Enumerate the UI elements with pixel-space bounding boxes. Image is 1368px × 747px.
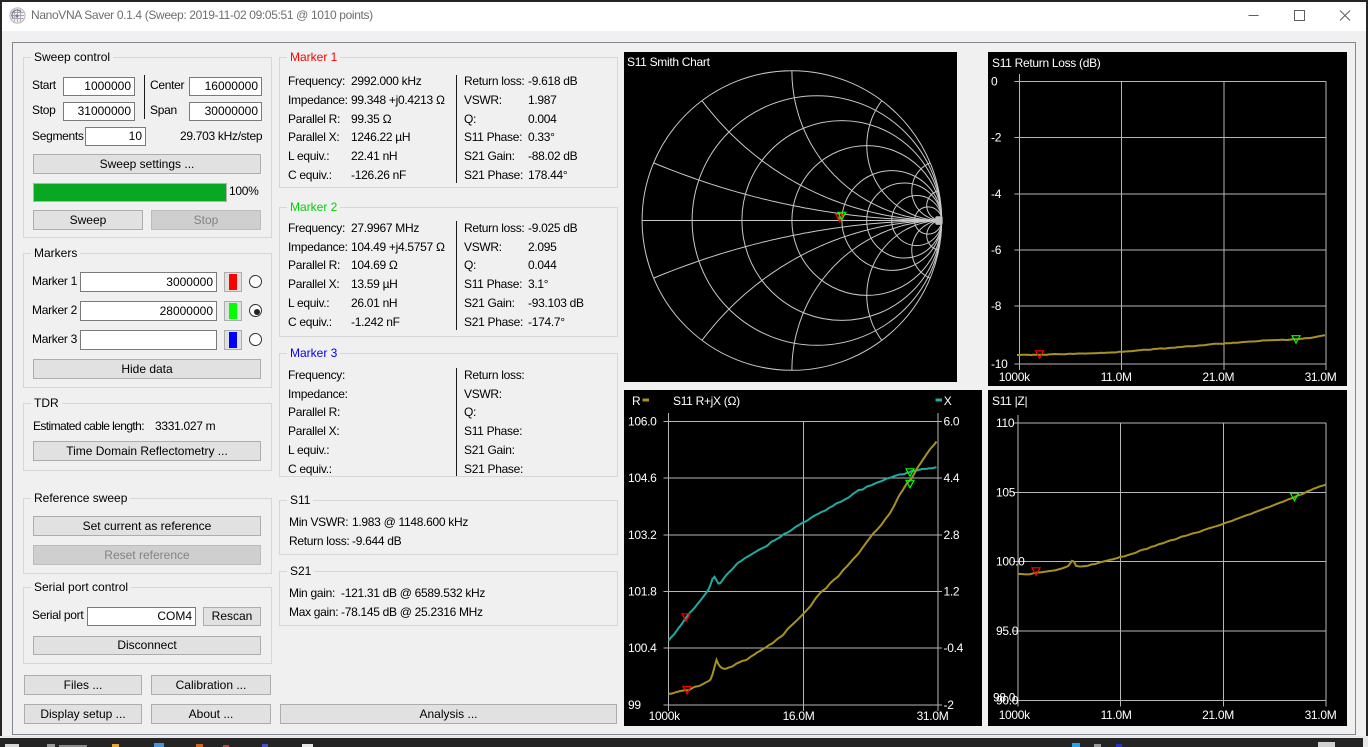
svg-text:21.0M: 21.0M — [1202, 708, 1234, 722]
svg-text:0: 0 — [991, 74, 998, 88]
svg-text:1000k: 1000k — [999, 708, 1031, 722]
svg-text:-8: -8 — [991, 299, 1002, 313]
svg-text:1000k: 1000k — [649, 709, 681, 723]
svg-text:16.0M: 16.0M — [783, 709, 815, 723]
svg-text:S11 Return Loss (dB): S11 Return Loss (dB) — [992, 56, 1101, 70]
svg-text:95.0: 95.0 — [996, 624, 1019, 638]
svg-text:-0.4: -0.4 — [944, 641, 964, 655]
svg-text:103.2: 103.2 — [628, 528, 657, 542]
svg-text:-6: -6 — [991, 243, 1002, 257]
svg-text:-10: -10 — [991, 357, 1008, 371]
svg-text:1.2: 1.2 — [944, 585, 960, 599]
svg-text:-4: -4 — [991, 187, 1002, 201]
svg-text:2.8: 2.8 — [944, 528, 960, 542]
svg-text:101.8: 101.8 — [628, 585, 657, 599]
svg-text:11.0M: 11.0M — [1101, 370, 1132, 384]
svg-text:100.4: 100.4 — [628, 641, 657, 655]
svg-text:31.0M: 31.0M — [1305, 370, 1337, 384]
svg-text:110: 110 — [996, 416, 1015, 430]
svg-text:21.0M: 21.0M — [1202, 370, 1234, 384]
svg-text:99: 99 — [628, 698, 641, 712]
svg-text:X: X — [944, 394, 952, 408]
svg-text:1000k: 1000k — [999, 370, 1031, 384]
svg-text:31.0M: 31.0M — [1305, 708, 1337, 722]
svg-text:R: R — [632, 394, 641, 408]
svg-text:105: 105 — [996, 485, 1016, 499]
svg-text:100.0: 100.0 — [996, 555, 1025, 569]
svg-text:31.0M: 31.0M — [917, 709, 949, 723]
svg-text:106.0: 106.0 — [628, 414, 657, 428]
svg-text:S11 Smith Chart: S11 Smith Chart — [627, 55, 711, 69]
svg-text:-2: -2 — [991, 130, 1002, 144]
svg-text:104.6: 104.6 — [628, 471, 657, 485]
svg-text:6.0: 6.0 — [944, 414, 960, 428]
svg-text:S11 R+jX (Ω): S11 R+jX (Ω) — [673, 394, 740, 408]
svg-text:11.0M: 11.0M — [1101, 708, 1132, 722]
svg-text:S11 |Z|: S11 |Z| — [992, 394, 1027, 408]
svg-text:98.0: 98.0 — [993, 691, 1016, 705]
svg-text:4.4: 4.4 — [944, 471, 960, 485]
